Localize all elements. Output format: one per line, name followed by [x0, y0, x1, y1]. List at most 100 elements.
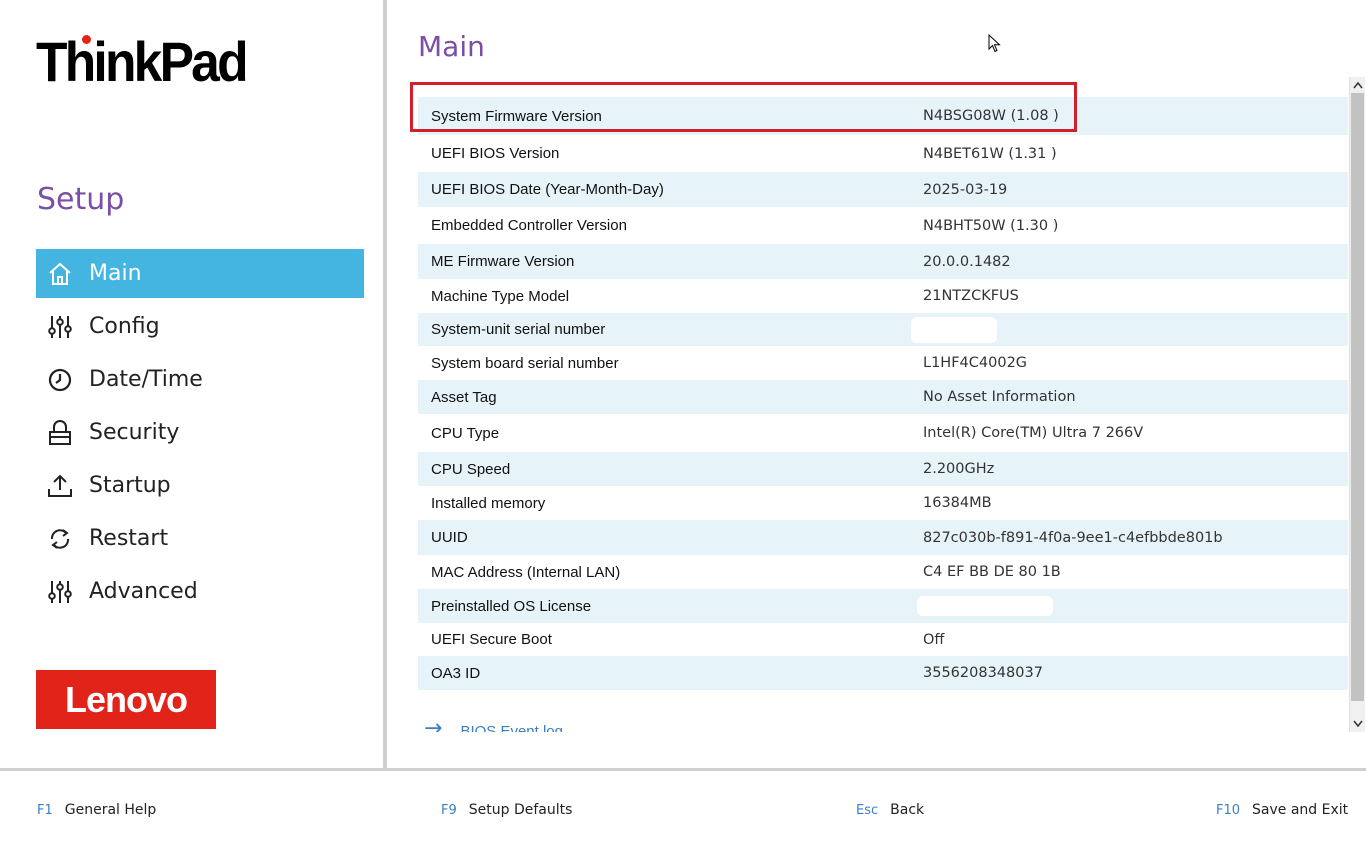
- scrollbar-thumb[interactable]: [1351, 93, 1364, 701]
- row-label: CPU Speed: [431, 460, 511, 478]
- lock-icon: [40, 417, 80, 449]
- row-label: UEFI Secure Boot: [431, 631, 552, 648]
- sidebar-nav: Main Config Date/Time Security Startup R…: [36, 249, 364, 620]
- sidebar-item-main[interactable]: Main: [36, 249, 364, 298]
- sliders-icon: [40, 311, 80, 343]
- sliders-icon: [40, 576, 80, 608]
- redacted-value: [911, 316, 997, 343]
- table-row: Machine Type Model 21NTZCKFUS: [418, 279, 1348, 313]
- row-value: 3556208348037: [923, 665, 1043, 681]
- footer-divider: [0, 768, 1366, 771]
- table-row: CPU Speed 2.200GHz: [418, 452, 1348, 486]
- arrow-right-icon: →: [424, 716, 443, 733]
- sidebar-item-label: Security: [89, 420, 180, 445]
- row-value: 2025-03-19: [923, 181, 1008, 198]
- table-row: CPU Type Intel(R) Core(TM) Ultra 7 266V: [418, 414, 1348, 452]
- row-value: C4 EF BB DE 80 1B: [923, 564, 1061, 580]
- row-value: 827c030b-f891-4f0a-9ee1-c4efbbde801b: [923, 529, 1223, 546]
- row-value: L1HF4C4002G: [923, 355, 1028, 371]
- key-description: Save and Exit: [1252, 802, 1349, 818]
- bios-event-log-label: BIOS Event log: [460, 723, 563, 732]
- bios-event-log-link[interactable]: → BIOS Event log: [424, 716, 624, 733]
- row-label: System Firmware Version: [431, 107, 602, 125]
- sidebar-item-restart[interactable]: Restart: [36, 514, 364, 563]
- scroll-down-icon[interactable]: [1350, 716, 1366, 732]
- key-label: F1: [37, 803, 53, 818]
- table-row: System-unit serial number: [418, 313, 1348, 346]
- thinkpad-logo: ThinkPad: [36, 30, 249, 93]
- row-value: N4BET61W (1.31 ): [923, 145, 1057, 162]
- key-label: Esc: [856, 803, 879, 818]
- table-row: MAC Address (Internal LAN) C4 EF BB DE 8…: [418, 555, 1348, 589]
- clock-icon: [40, 364, 80, 396]
- mouse-cursor-icon: [988, 33, 1002, 54]
- row-label: Preinstalled OS License: [431, 597, 592, 615]
- lenovo-logo: Lenovo: [36, 670, 216, 729]
- table-row: UEFI BIOS Date (Year-Month-Day) 2025-03-…: [418, 172, 1348, 207]
- key-label: F9: [441, 803, 457, 818]
- redacted-value: [917, 596, 1053, 616]
- scroll-up-icon[interactable]: [1350, 77, 1366, 93]
- table-row: Embedded Controller Version N4BHT50W (1.…: [418, 207, 1348, 244]
- row-label: UEFI BIOS Version: [431, 145, 560, 162]
- lenovo-logo-text: Lenovo: [64, 678, 188, 720]
- page-title: Main: [418, 30, 485, 63]
- row-label: Embedded Controller Version: [431, 217, 627, 234]
- row-value: Intel(R) Core(TM) Ultra 7 266V: [923, 425, 1144, 441]
- key-description: Setup Defaults: [468, 802, 573, 818]
- row-value: [917, 596, 1053, 616]
- table-row: UUID 827c030b-f891-4f0a-9ee1-c4efbbde801…: [418, 520, 1348, 555]
- sidebar-item-startup[interactable]: Startup: [36, 461, 364, 510]
- row-value: [911, 316, 997, 343]
- row-label: UEFI BIOS Date (Year-Month-Day): [431, 181, 664, 198]
- table-row: OA3 ID 3556208348037: [418, 656, 1348, 690]
- upload-icon: [40, 470, 80, 502]
- row-label: OA3 ID: [431, 664, 481, 682]
- sidebar-item-label: Main: [89, 261, 142, 286]
- row-value: 2.200GHz: [923, 461, 995, 477]
- sidebar-item-label: Restart: [89, 526, 169, 551]
- sidebar-item-datetime[interactable]: Date/Time: [36, 355, 364, 404]
- footer-esc-back[interactable]: Esc Back: [856, 802, 924, 818]
- row-label: CPU Type: [431, 424, 500, 442]
- table-row: UEFI BIOS Version N4BET61W (1.31 ): [418, 135, 1348, 172]
- row-label: Asset Tag: [431, 388, 497, 406]
- sidebar-item-label: Startup: [89, 473, 171, 498]
- scrollbar[interactable]: [1349, 77, 1365, 732]
- sidebar-item-label: Date/Time: [89, 367, 203, 392]
- row-label: UUID: [431, 529, 468, 546]
- row-value: 16384MB: [923, 495, 992, 511]
- row-label: Machine Type Model: [431, 287, 570, 305]
- row-value: 20.0.0.1482: [923, 253, 1011, 270]
- sidebar-item-label: Advanced: [89, 579, 198, 604]
- system-info-table: System Firmware Version N4BSG08W (1.08 )…: [418, 97, 1348, 690]
- row-value: N4BHT50W (1.30 ): [923, 217, 1059, 234]
- key-description: Back: [890, 802, 925, 818]
- sidebar-item-advanced[interactable]: Advanced: [36, 567, 364, 616]
- key-label: F10: [1216, 803, 1241, 818]
- sidebar-item-label: Config: [89, 314, 160, 339]
- row-value: 21NTZCKFUS: [923, 288, 1019, 304]
- row-value: Off: [923, 631, 945, 648]
- table-row: ME Firmware Version 20.0.0.1482: [418, 244, 1348, 279]
- sidebar-item-security[interactable]: Security: [36, 408, 364, 457]
- setup-title: Setup: [37, 182, 125, 217]
- table-row: Preinstalled OS License: [418, 589, 1348, 623]
- table-row: Asset Tag No Asset Information: [418, 380, 1348, 414]
- table-row: System board serial number L1HF4C4002G: [418, 346, 1348, 380]
- table-row: System Firmware Version N4BSG08W (1.08 ): [418, 97, 1348, 135]
- sidebar-item-config[interactable]: Config: [36, 302, 364, 351]
- row-label: Installed memory: [431, 494, 546, 512]
- row-label: System board serial number: [431, 354, 619, 372]
- footer-f10-save-exit[interactable]: F10 Save and Exit: [1216, 802, 1348, 818]
- sidebar-divider: [383, 0, 387, 768]
- footer-f9-defaults[interactable]: F9 Setup Defaults: [441, 802, 572, 818]
- row-label: MAC Address (Internal LAN): [431, 563, 621, 581]
- sidebar: ThinkPad Setup Main Config Date/Time Sec…: [0, 0, 383, 768]
- row-value: No Asset Information: [923, 389, 1076, 405]
- restart-icon: [40, 523, 80, 555]
- row-value: N4BSG08W (1.08 ): [923, 108, 1059, 124]
- footer-f1-help[interactable]: F1 General Help: [37, 802, 156, 818]
- thinkpad-logo-dot: [82, 35, 91, 44]
- row-label: ME Firmware Version: [431, 253, 575, 270]
